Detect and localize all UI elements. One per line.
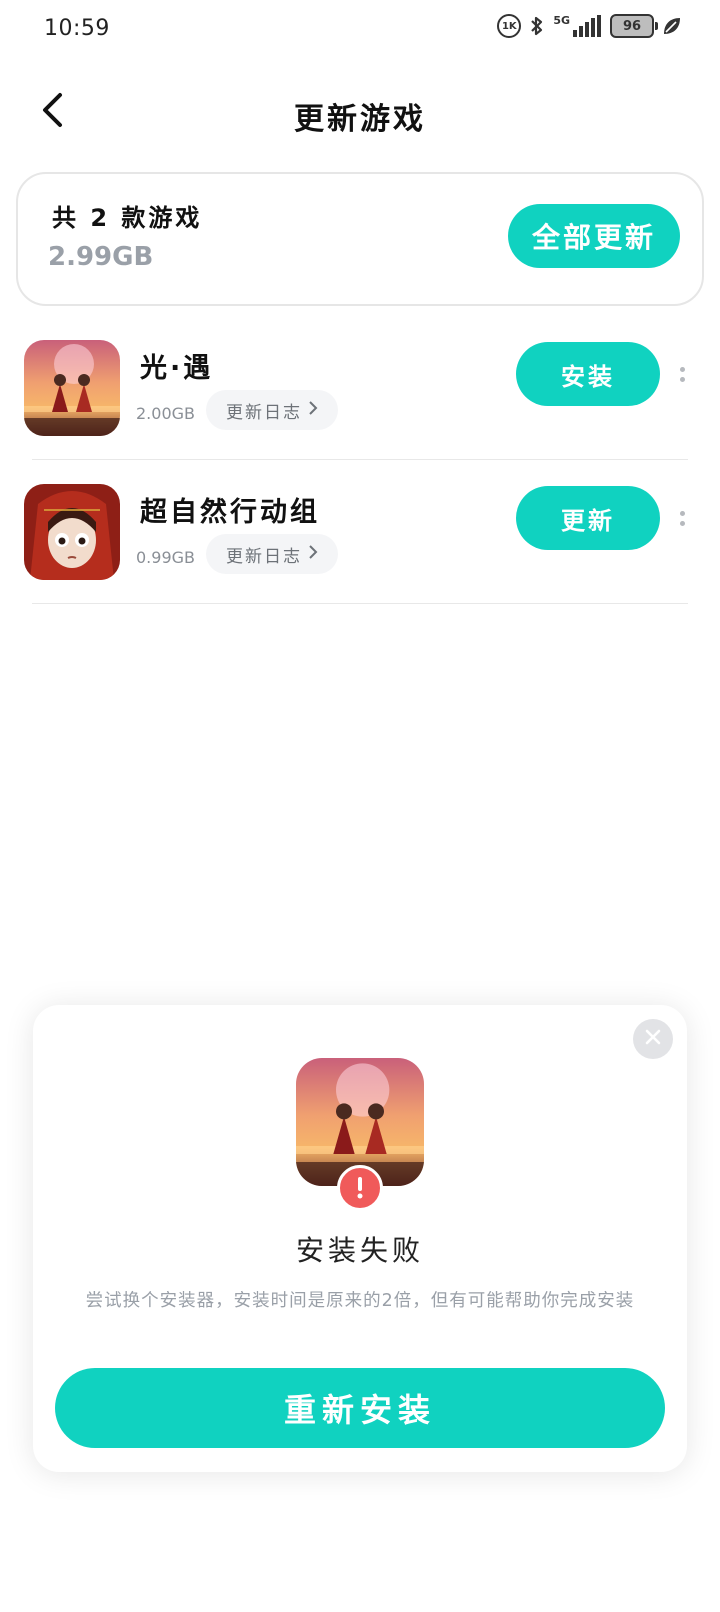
header: 更新游戏 (0, 80, 720, 146)
changelog-button[interactable]: 更新日志 (206, 390, 338, 430)
game-size: 2.00GB (136, 404, 195, 423)
update-button[interactable]: 更新 (516, 486, 660, 550)
update-all-button[interactable]: 全部更新 (508, 204, 680, 268)
reinstall-button[interactable]: 重新安装 (55, 1368, 665, 1448)
bluetooth-icon (529, 14, 545, 38)
game-size: 0.99GB (136, 548, 195, 567)
close-button[interactable] (633, 1019, 673, 1059)
install-button[interactable]: 安装 (516, 342, 660, 406)
install-failed-dialog: 安装失败 尝试换个安装器，安装时间是原来的2倍，但有可能帮助你完成安装 重新安装 (33, 1005, 687, 1472)
summary-card: 共 2 款游戏 2.99GB 全部更新 (16, 172, 704, 306)
battery-icon: 96 (610, 14, 658, 38)
supernatural-game-icon (24, 484, 120, 580)
signal-icon (572, 15, 602, 37)
changelog-label: 更新日志 (226, 546, 302, 567)
leaf-icon (662, 16, 682, 36)
game-name: 光·遇 (140, 353, 214, 384)
chevron-right-icon (308, 400, 318, 420)
chevron-right-icon (308, 544, 318, 564)
dialog-title: 安装失败 (295, 1234, 424, 1267)
dialog-message: 尝试换个安装器，安装时间是原来的2倍，但有可能帮助你完成安装 (85, 1291, 635, 1311)
changelog-button[interactable]: 更新日志 (206, 534, 338, 574)
game-list-item[interactable]: 超自然行动组 0.99GB 更新日志 更新 (0, 460, 720, 604)
status-icons: 1K 5G 96 (497, 14, 682, 38)
game-list-item[interactable]: 光·遇 2.00GB 更新日志 安装 (0, 316, 720, 460)
status-time: 10:59 (44, 16, 110, 41)
more-icon[interactable] (672, 500, 692, 536)
sky-game-icon (24, 340, 120, 436)
changelog-label: 更新日志 (226, 402, 302, 423)
total-size: 2.99GB (48, 242, 154, 272)
close-icon (644, 1028, 662, 1050)
error-icon (337, 1165, 383, 1211)
divider (32, 603, 688, 604)
status-bar: 10:59 1K 5G 96 (0, 0, 720, 60)
game-count: 共 2 款游戏 (52, 204, 203, 232)
hd-icon: 1K (497, 14, 522, 38)
page-title: 更新游戏 (294, 102, 426, 137)
more-icon[interactable] (672, 356, 692, 392)
network-type-label: 5G (553, 13, 570, 27)
game-name: 超自然行动组 (140, 497, 320, 528)
